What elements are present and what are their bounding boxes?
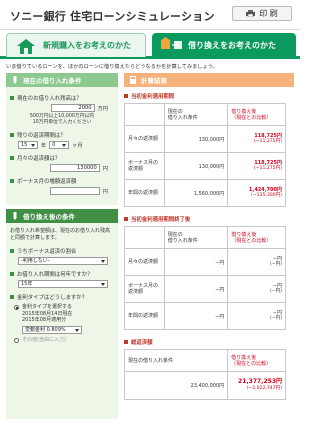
results-header: 計算結果 (124, 73, 294, 87)
rate-option-free-label: その他(自由に入力) (22, 336, 66, 343)
rate-option-free-radio[interactable] (14, 337, 19, 343)
bonus-payment-unit: 円 (102, 188, 108, 195)
print-button[interactable]: 印 刷 (232, 6, 292, 21)
print-button-label: 印 刷 (259, 9, 278, 18)
post-initial-rate-table: 現在の 借り入れ条件 借り換え後 （現在との比較） 月々の返済額 −円 −円 (−… (124, 226, 286, 330)
post-initial-period-title: 当初金利適用期間終了後 (124, 215, 294, 223)
table-row: 23,400,000円 21,377,253円 (−2,022,747円) (123, 371, 286, 400)
rate-type-select[interactable]: 変動金利 0.809% (22, 325, 82, 334)
row-name: ボーナス月の 返済額 (124, 152, 165, 180)
tab-refinance[interactable]: 借り換えをお考えのかた (152, 33, 296, 57)
input-panel: 現在の借り入れ条件 現在のお借り入れ残高は？ 2000 万円 500万円以上10… (6, 73, 118, 442)
term-years-select[interactable]: 15 (18, 141, 38, 149)
loan-balance-input[interactable]: 2000 (50, 104, 95, 112)
col-current-header: 現在の 借り入れ条件 (163, 226, 229, 249)
pencil-icon (13, 212, 17, 220)
row-name: 月々の返済額 (124, 125, 165, 153)
loan-balance-unit: 万円 (97, 105, 108, 112)
calculator-icon (130, 76, 136, 84)
current-amount: −円 (163, 248, 229, 276)
col-after-header: 借り換え後 （現在との比較） (227, 226, 286, 249)
bonus-payment-label: ボーナス月の増額返済額 (10, 177, 114, 185)
initial-rate-period-title: 当初金利適用期間 (124, 92, 294, 100)
table-row: ボーナス月の 返済額 −円 −円 (−円) (124, 275, 286, 303)
current-amount: −円 (163, 275, 229, 303)
row-name: 年間の返済額 (124, 302, 165, 330)
house-icon (17, 38, 35, 54)
page-header: ソニー銀行 住宅ローンシミュレーション 印 刷 (0, 0, 300, 30)
current-amount: −円 (163, 302, 229, 330)
term-years-unit: 年 (41, 142, 47, 149)
tab-refinance-label: 借り換えをお考えのかた (188, 40, 276, 50)
tab-new-purchase[interactable]: 新規購入をお考えのかた (6, 33, 146, 57)
row-name: 月々の返済額 (124, 248, 165, 276)
row-name: ボーナス月の 返済額 (124, 275, 165, 303)
tab-bar: 新規購入をお考えのかた 借り換えをお考えのかた (0, 30, 300, 59)
term-months-select[interactable]: 0 (49, 141, 70, 149)
bonus-ratio-select[interactable]: -利用しない- (18, 257, 108, 265)
after-total: 21,377,253円 (−2,022,747円) (227, 371, 286, 400)
results-panel: 計算結果 当初金利適用期間 現在の 借り入れ条件 借り換え後 （現在との比較） … (123, 73, 294, 442)
after-conditions-title: 借り換え後の条件 (23, 213, 75, 221)
after-amount: −円 (−円) (227, 248, 286, 276)
term-months-unit: ヶ月 (72, 142, 83, 149)
current-amount: 130,000円 (163, 125, 229, 153)
row-name: 年間の返済額 (124, 179, 165, 207)
col-current-header: 現在の 借り入れ条件 (163, 103, 229, 126)
loan-period-label: お借り入れ期間は何年ですか？ (10, 270, 114, 278)
pencil-icon (13, 76, 17, 84)
table-corner (124, 103, 165, 126)
current-conditions-header: 現在の借り入れ条件 (6, 73, 118, 87)
current-amount: 130,000円 (163, 152, 229, 180)
table-row: 月々の返済額 −円 −円 (−円) (124, 248, 286, 276)
rate-option-select-label: 金利タイプを選択する 2015年08月14日現在 2015年08月適用分 (22, 304, 73, 323)
table-row: 年間の返済額 −円 −円 (−円) (124, 302, 286, 330)
results-title: 計算結果 (141, 77, 167, 85)
current-total: 23,400,000円 (123, 371, 229, 400)
current-amount: 1,560,000円 (163, 179, 229, 207)
monthly-payment-unit: 円 (102, 165, 108, 172)
bonus-ratio-label: うちボーナス返済の割合 (10, 247, 114, 255)
total-repayment-title: 総返済額 (124, 338, 294, 346)
table-row: 月々の返済額 130,000円 118,725円 (−11,275円) (124, 125, 286, 153)
rate-option-free-row[interactable]: その他(自由に入力) (10, 337, 114, 344)
monthly-payment-label: 月々の返済額は？ (10, 154, 114, 162)
after-amount: −円 (−円) (227, 302, 286, 330)
remaining-term-label: 残りの返済期間は？ (10, 131, 114, 139)
col-after-header: 借り換え後 （現在との比較） (227, 349, 286, 372)
printer-icon (246, 10, 256, 17)
initial-rate-table: 現在の 借り入れ条件 借り換え後 （現在との比較） 月々の返済額 130,000… (124, 103, 286, 207)
current-conditions-body: 現在のお借り入れ残高は？ 2000 万円 500万円以上10,000万円以内 1… (6, 87, 118, 205)
intro-text: いま借りているローンを、ほかのローンに借り換えたらどうなるかを計算してみましょう… (6, 64, 218, 70)
after-amount: −円 (−円) (227, 275, 286, 303)
after-amount: 118,725円 (−11,275円) (227, 125, 286, 153)
loan-balance-hint: 500万円以上10,000万円以内 10万円単位で入力ください (29, 114, 95, 125)
after-amount: 118,725円 (−11,275円) (227, 152, 286, 180)
after-conditions-desc: お借り入れ希望額は、現在のお借り入れ残高と同額で計算します。 (10, 228, 111, 241)
loan-balance-label: 現在のお借り入れ残高は？ (10, 94, 114, 102)
col-after-header: 借り換え後 （現在との比較） (227, 103, 286, 126)
table-row: 年間の返済額 1,560,000円 1,424,700円 (−135,300円) (124, 179, 286, 207)
bonus-payment-input[interactable] (49, 187, 100, 195)
table-corner (124, 226, 165, 249)
page-title: ソニー銀行 住宅ローンシミュレーション (10, 10, 215, 23)
total-repayment-table: 現在の借り入れ条件 借り換え後 （現在との比較） 23,400,000円 21,… (123, 349, 286, 400)
after-conditions-body: お借り入れ希望額は、現在のお借り入れ残高と同額で計算します。 うちボーナス返済の… (6, 223, 118, 419)
refinance-icon (160, 37, 182, 49)
tab-new-purchase-label: 新規購入をお考えのかた (43, 41, 131, 50)
monthly-payment-input[interactable]: 130000 (49, 164, 100, 172)
after-amount: 1,424,700円 (−135,300円) (227, 179, 286, 207)
rate-type-label: 金利タイプはどうしますか？ (10, 293, 114, 301)
table-row: ボーナス月の 返済額 130,000円 118,725円 (−11,275円) (124, 152, 286, 180)
current-conditions-title: 現在の借り入れ条件 (23, 77, 82, 85)
col-current-header: 現在の借り入れ条件 (123, 349, 229, 372)
after-conditions-header: 借り換え後の条件 (6, 209, 118, 223)
loan-period-select[interactable]: 15年 (18, 280, 108, 288)
rate-option-select-radio[interactable] (14, 305, 19, 310)
rate-option-select-row[interactable]: 金利タイプを選択する 2015年08月14日現在 2015年08月適用分 (10, 304, 114, 324)
